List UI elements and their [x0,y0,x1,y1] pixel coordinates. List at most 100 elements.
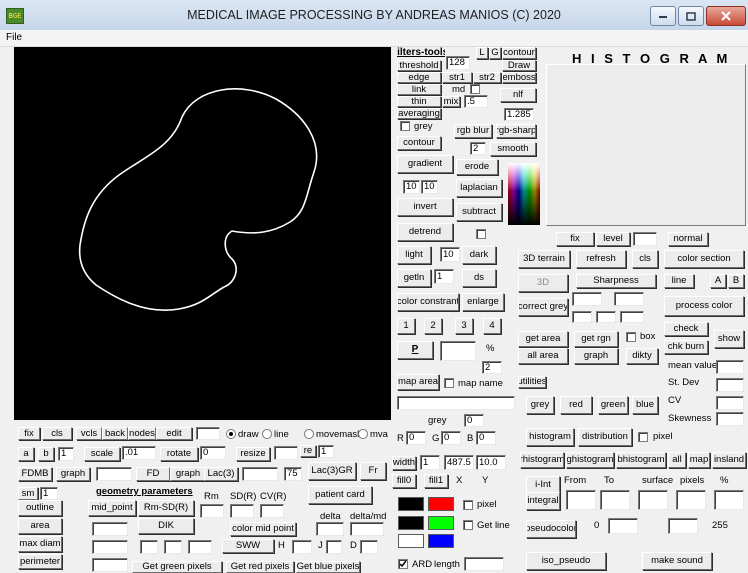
pseudocolor-input-2[interactable] [668,518,698,534]
percent-input[interactable]: 2 [482,361,502,374]
get-red-pixels-button[interactable]: Get red pixels [226,561,294,573]
red-swatch[interactable] [428,497,454,511]
light-input[interactable]: 10 [440,247,460,262]
utilities-button[interactable]: utilities [518,376,546,388]
st-dev-input[interactable] [716,378,744,392]
map-area-input[interactable] [397,396,515,410]
refresh-button[interactable]: refresh [576,250,626,268]
contour-input[interactable]: 2 [470,142,486,155]
level-input[interactable] [633,232,657,246]
value-4875[interactable]: 487.5 [444,455,474,470]
rgb-sharp-button[interactable]: rgb-sharp [496,124,536,138]
b-lower-button[interactable]: b [38,447,54,461]
all-area-button[interactable]: all area [518,348,568,364]
mid-point-button[interactable]: mid_point [88,500,136,516]
check-button[interactable]: check [664,322,708,336]
filters-tools-label[interactable]: filters-tools [397,47,445,59]
laplacian-input-b[interactable]: 10 [421,180,438,194]
level-button[interactable]: level [596,232,630,246]
from-input[interactable] [566,490,596,510]
getln-input[interactable]: 1 [434,269,454,284]
correct-grey-input-1[interactable] [572,292,602,306]
resize-input[interactable] [274,446,298,460]
graph-button[interactable]: graph [574,348,618,364]
cv-input[interactable] [716,396,744,410]
button-2[interactable]: 2 [424,318,442,334]
j-input[interactable] [326,540,342,554]
threshold-button[interactable]: threshold [397,60,441,71]
delta-input[interactable] [316,522,344,536]
correct-grey-input-4[interactable] [596,311,616,323]
correct-grey-input-5[interactable] [620,311,644,323]
get-line-checkbox[interactable] [463,520,473,530]
process-color-button[interactable]: process color [664,296,744,316]
distribution-button[interactable]: distribution [578,428,632,446]
pixel-checkbox-top[interactable] [638,432,648,442]
iso-pseudo-button[interactable]: iso_pseudo [526,552,606,570]
movemask-radio[interactable] [304,429,314,439]
blue-swatch[interactable] [428,534,454,548]
laplacian-button[interactable]: laplacian [456,179,502,197]
get-area-button[interactable]: get area [518,331,568,347]
surface-input[interactable] [638,490,668,510]
l-button[interactable]: L [476,47,488,59]
re-input[interactable]: 1 [318,445,334,458]
black-swatch-1[interactable] [398,497,424,511]
correct-grey-button[interactable]: correct grey [518,298,568,316]
max-diam-input[interactable] [92,540,128,554]
contour-top-button[interactable]: contour [502,47,536,59]
laplacian-input-a[interactable]: 10 [403,180,420,194]
fill0-button[interactable]: fill0 [392,474,416,488]
fdmb-input[interactable] [96,467,132,481]
color-mid-point-button[interactable]: color mid point [230,522,296,536]
value-1285[interactable]: 1.285 [504,108,534,121]
color-section-button[interactable]: color section [664,250,744,268]
b-button[interactable]: B [728,274,744,288]
ard-checkbox[interactable] [398,559,408,569]
thin-button[interactable]: thin [397,96,441,107]
make-sound-button[interactable]: make sound [642,552,712,570]
histogram-button[interactable]: histogram [526,428,574,446]
lac3-button[interactable]: Lac(3) [204,467,238,481]
enlarge-button[interactable]: enlarge [462,293,504,311]
a-lower-button[interactable]: a [18,447,34,461]
contour-button[interactable]: contour [397,136,441,150]
button-3[interactable]: 3 [455,318,473,334]
image-canvas[interactable] [14,47,391,420]
rgb-blur-button[interactable]: rgb blur [454,124,492,138]
pseudocolor-button[interactable]: pseudocolor [526,520,576,538]
chk-burn-button[interactable]: chk burn [664,340,708,354]
insland-button[interactable]: insland [712,452,746,468]
area-input[interactable] [92,522,128,536]
map-name-checkbox[interactable] [444,378,454,388]
perimeter-button[interactable]: perimeter [18,554,62,569]
green-filter-button[interactable]: green [598,396,628,414]
green-swatch[interactable] [428,516,454,530]
box-checkbox[interactable] [626,332,636,342]
perimeter-input[interactable] [92,558,128,572]
correct-grey-input-2[interactable] [614,292,644,306]
width-input[interactable]: 1 [420,455,440,470]
grey-filter-button[interactable]: grey [526,396,554,414]
delta-md-input[interactable] [350,522,384,536]
rhistogram-button[interactable]: rhistogram [520,452,564,468]
get-green-pixels-button[interactable]: Get green pixels [132,561,222,573]
bhistogram-button[interactable]: bhistogram [616,452,666,468]
threshold-input[interactable]: 128 [446,56,470,70]
3d-terrain-button[interactable]: 3D terrain [518,250,570,268]
color-constrant-button[interactable]: color constrant [397,293,459,311]
histogram-plot[interactable] [546,64,746,226]
lac3-input[interactable] [242,467,278,481]
width-button[interactable]: width [392,456,416,470]
erode-button[interactable]: erode [456,159,498,175]
maximize-button[interactable] [678,6,704,26]
normal-button[interactable]: normal [668,232,708,246]
nodes-button[interactable]: nodes [128,427,156,440]
getln-button[interactable]: getln [397,269,431,287]
value-100[interactable]: 10.0 [476,455,506,470]
close-button[interactable] [706,6,746,26]
draw-button[interactable]: Draw [502,60,536,71]
sm-button[interactable]: sm [18,487,38,500]
rm-input[interactable] [200,504,224,518]
scale-button[interactable]: scale [84,447,120,461]
